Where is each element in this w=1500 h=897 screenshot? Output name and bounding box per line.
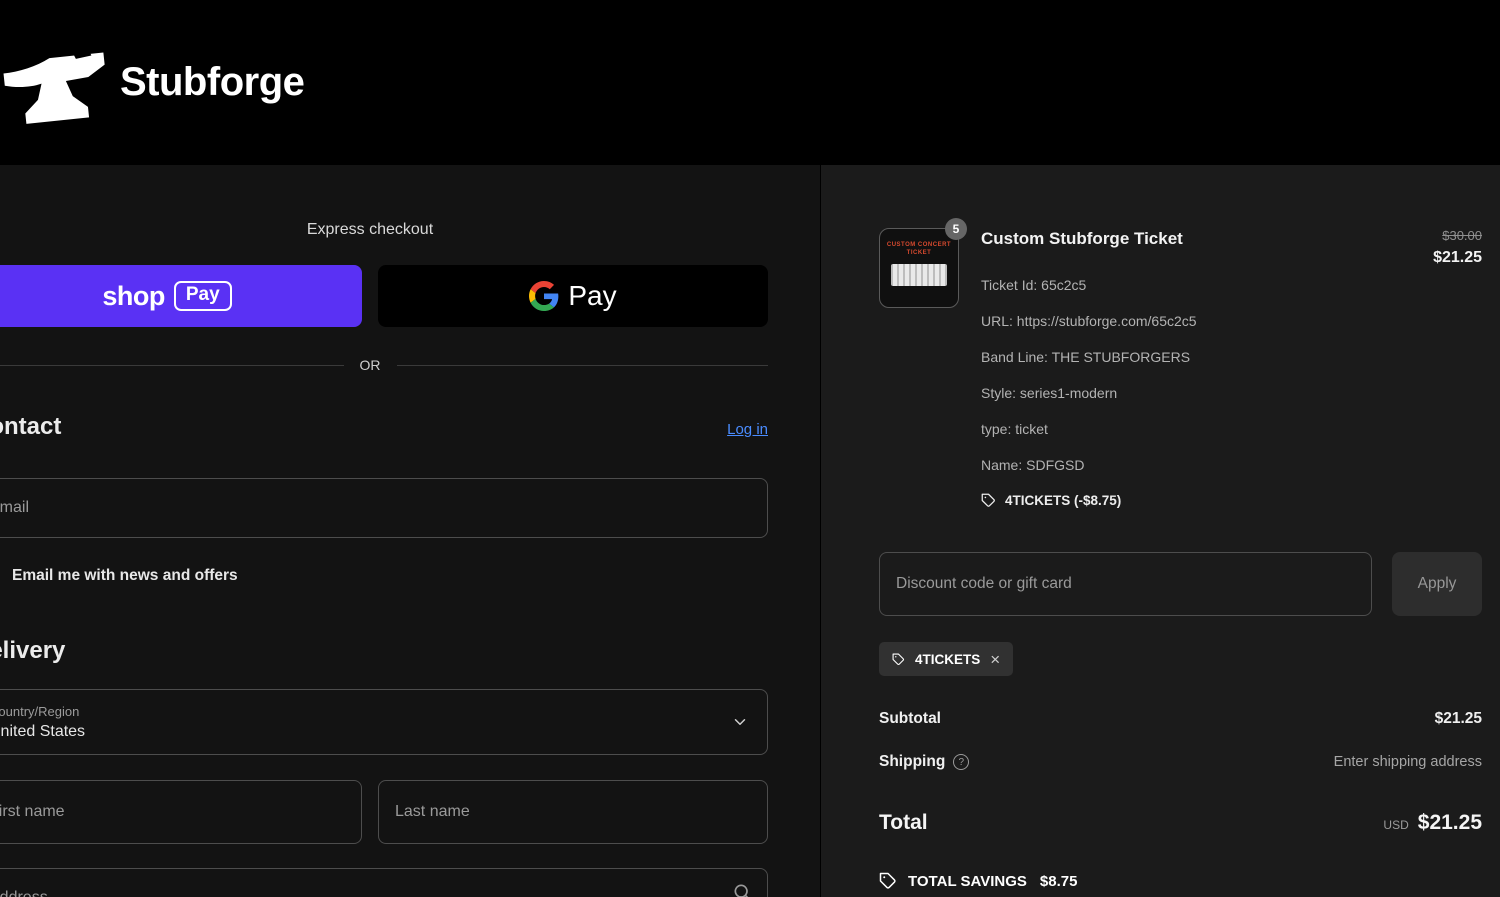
remove-discount-button[interactable]: × <box>990 651 1000 668</box>
brand-name: Stubforge <box>120 60 305 104</box>
country-select-value: United States <box>0 722 86 740</box>
quantity-badge: 5 <box>945 218 967 240</box>
tag-icon <box>879 872 896 889</box>
subtotal-label: Subtotal <box>879 710 941 727</box>
delivery-title: Delivery <box>0 637 66 664</box>
discount-chip: 4TICKETS × <box>879 642 1014 676</box>
divider-line <box>0 364 344 366</box>
item-property: type: ticket <box>981 421 1048 437</box>
divider-line <box>396 364 768 366</box>
address-field[interactable] <box>0 868 768 897</box>
item-property: URL: https://stubforge.com/65c2c5 <box>981 313 1197 329</box>
checkout-form-pane: Express checkout shop Pay Pay OR ntact L… <box>0 165 820 897</box>
total-savings-row: TOTAL SAVINGS $8.75 <box>879 872 1482 890</box>
or-label: OR <box>359 357 381 373</box>
shipping-help-icon[interactable]: ? <box>953 754 970 770</box>
item-property: Name: SDFGSD <box>981 457 1085 473</box>
thumb-caption-line2: TICKET <box>906 250 932 256</box>
last-name-field[interactable] <box>378 780 768 844</box>
savings-label: TOTAL SAVINGS <box>908 872 1027 890</box>
discount-chip-label: 4TICKETS <box>915 651 981 667</box>
tag-icon <box>892 653 904 665</box>
news-offers-checkbox-row[interactable]: Email me with news and offers <box>0 563 768 589</box>
contact-section-head: Contact Log in <box>0 413 768 443</box>
subtotal-value: $21.25 <box>1434 710 1482 727</box>
discount-code-input[interactable] <box>879 552 1372 616</box>
product-thumbnail: CUSTOM CONCERT TICKET 5 <box>879 218 967 308</box>
item-prices: $30.00 $21.25 <box>1433 228 1482 267</box>
discount-chip-row: 4TICKETS × <box>879 642 1482 676</box>
current-price: $21.25 <box>1433 249 1482 266</box>
header: Stubforge <box>0 0 1500 165</box>
shop-pay-wordmark: shop <box>102 280 165 311</box>
shipping-label-group: Shipping ? <box>879 753 970 771</box>
express-checkout-label: Express checkout <box>306 221 434 238</box>
login-link[interactable]: Log in <box>727 421 768 438</box>
main-content: Express checkout shop Pay Pay OR ntact L… <box>0 165 1500 897</box>
checkout-page: Stubforge Express checkout shop Pay Pay … <box>0 0 1500 897</box>
apply-discount-button[interactable]: Apply <box>1392 552 1482 616</box>
item-property: Band Line: THE STUBFORGERS <box>981 349 1191 365</box>
country-select[interactable]: Country/Region United States <box>0 689 768 755</box>
address-field-wrap <box>0 868 768 897</box>
total-row: Total USD $21.25 <box>879 811 1482 835</box>
shop-pay-button[interactable]: shop Pay <box>0 265 362 327</box>
shipping-row: Shipping ? Enter shipping address <box>879 753 1482 771</box>
chevron-down-icon <box>734 719 746 725</box>
shop-pay-badge: Pay <box>173 281 232 311</box>
or-divider: OR <box>0 355 768 375</box>
applied-discount: 4TICKETS (-$8.75) <box>981 493 1482 508</box>
express-buttons: shop Pay Pay <box>0 265 768 327</box>
applied-discount-label: 4TICKETS (-$8.75) <box>1005 493 1122 508</box>
anvil-icon <box>3 44 105 124</box>
shipping-value: Enter shipping address <box>1333 754 1482 770</box>
totals-section: Subtotal $21.25 Shipping ? Enter shippin… <box>879 710 1482 890</box>
thumb-caption-line1: CUSTOM CONCERT <box>886 242 952 248</box>
subtotal-row: Subtotal $21.25 <box>879 710 1482 728</box>
total-label: Total <box>879 811 928 834</box>
email-field[interactable] <box>0 478 768 538</box>
contact-title: Contact <box>0 413 62 440</box>
item-title-row: Custom Stubforge Ticket $30.00 $21.25 <box>981 228 1482 267</box>
cart-item: CUSTOM CONCERT TICKET 5 Custom Stubforge… <box>879 218 1482 508</box>
item-property: Style: series1-modern <box>981 385 1118 401</box>
first-name-field[interactable] <box>0 780 362 844</box>
google-g-icon <box>529 281 559 311</box>
ticket-graphic <box>891 264 947 286</box>
shipping-label: Shipping <box>879 753 946 770</box>
item-title: Custom Stubforge Ticket <box>981 229 1183 248</box>
checkout-form: Express checkout shop Pay Pay OR ntact L… <box>0 165 768 897</box>
country-select-label: Country/Region <box>0 703 80 719</box>
name-fields-row <box>0 780 768 844</box>
order-summary-pane: CUSTOM CONCERT TICKET 5 Custom Stubforge… <box>820 165 1500 897</box>
google-pay-label: Pay <box>568 280 617 311</box>
item-info: Custom Stubforge Ticket $30.00 $21.25 Ti… <box>981 228 1482 508</box>
original-price: $30.00 <box>1442 228 1482 243</box>
savings-value: $8.75 <box>1039 872 1078 890</box>
item-property: Ticket Id: 65c2c5 <box>981 277 1087 293</box>
news-offers-label: Email me with news and offers <box>12 567 238 584</box>
stubforge-logo[interactable]: Stubforge <box>0 31 305 135</box>
discount-code-row: Apply <box>879 552 1482 616</box>
total-value: $21.25 <box>1417 811 1482 834</box>
item-properties: Ticket Id: 65c2c5 URL: https://stubforge… <box>981 277 1482 473</box>
currency-code: USD <box>1383 818 1409 832</box>
total-amount-group: USD $21.25 <box>1383 811 1482 835</box>
search-icon <box>734 884 749 897</box>
ticket-image: CUSTOM CONCERT TICKET <box>879 228 959 308</box>
google-pay-button[interactable]: Pay <box>378 265 768 327</box>
tag-icon <box>981 493 995 507</box>
